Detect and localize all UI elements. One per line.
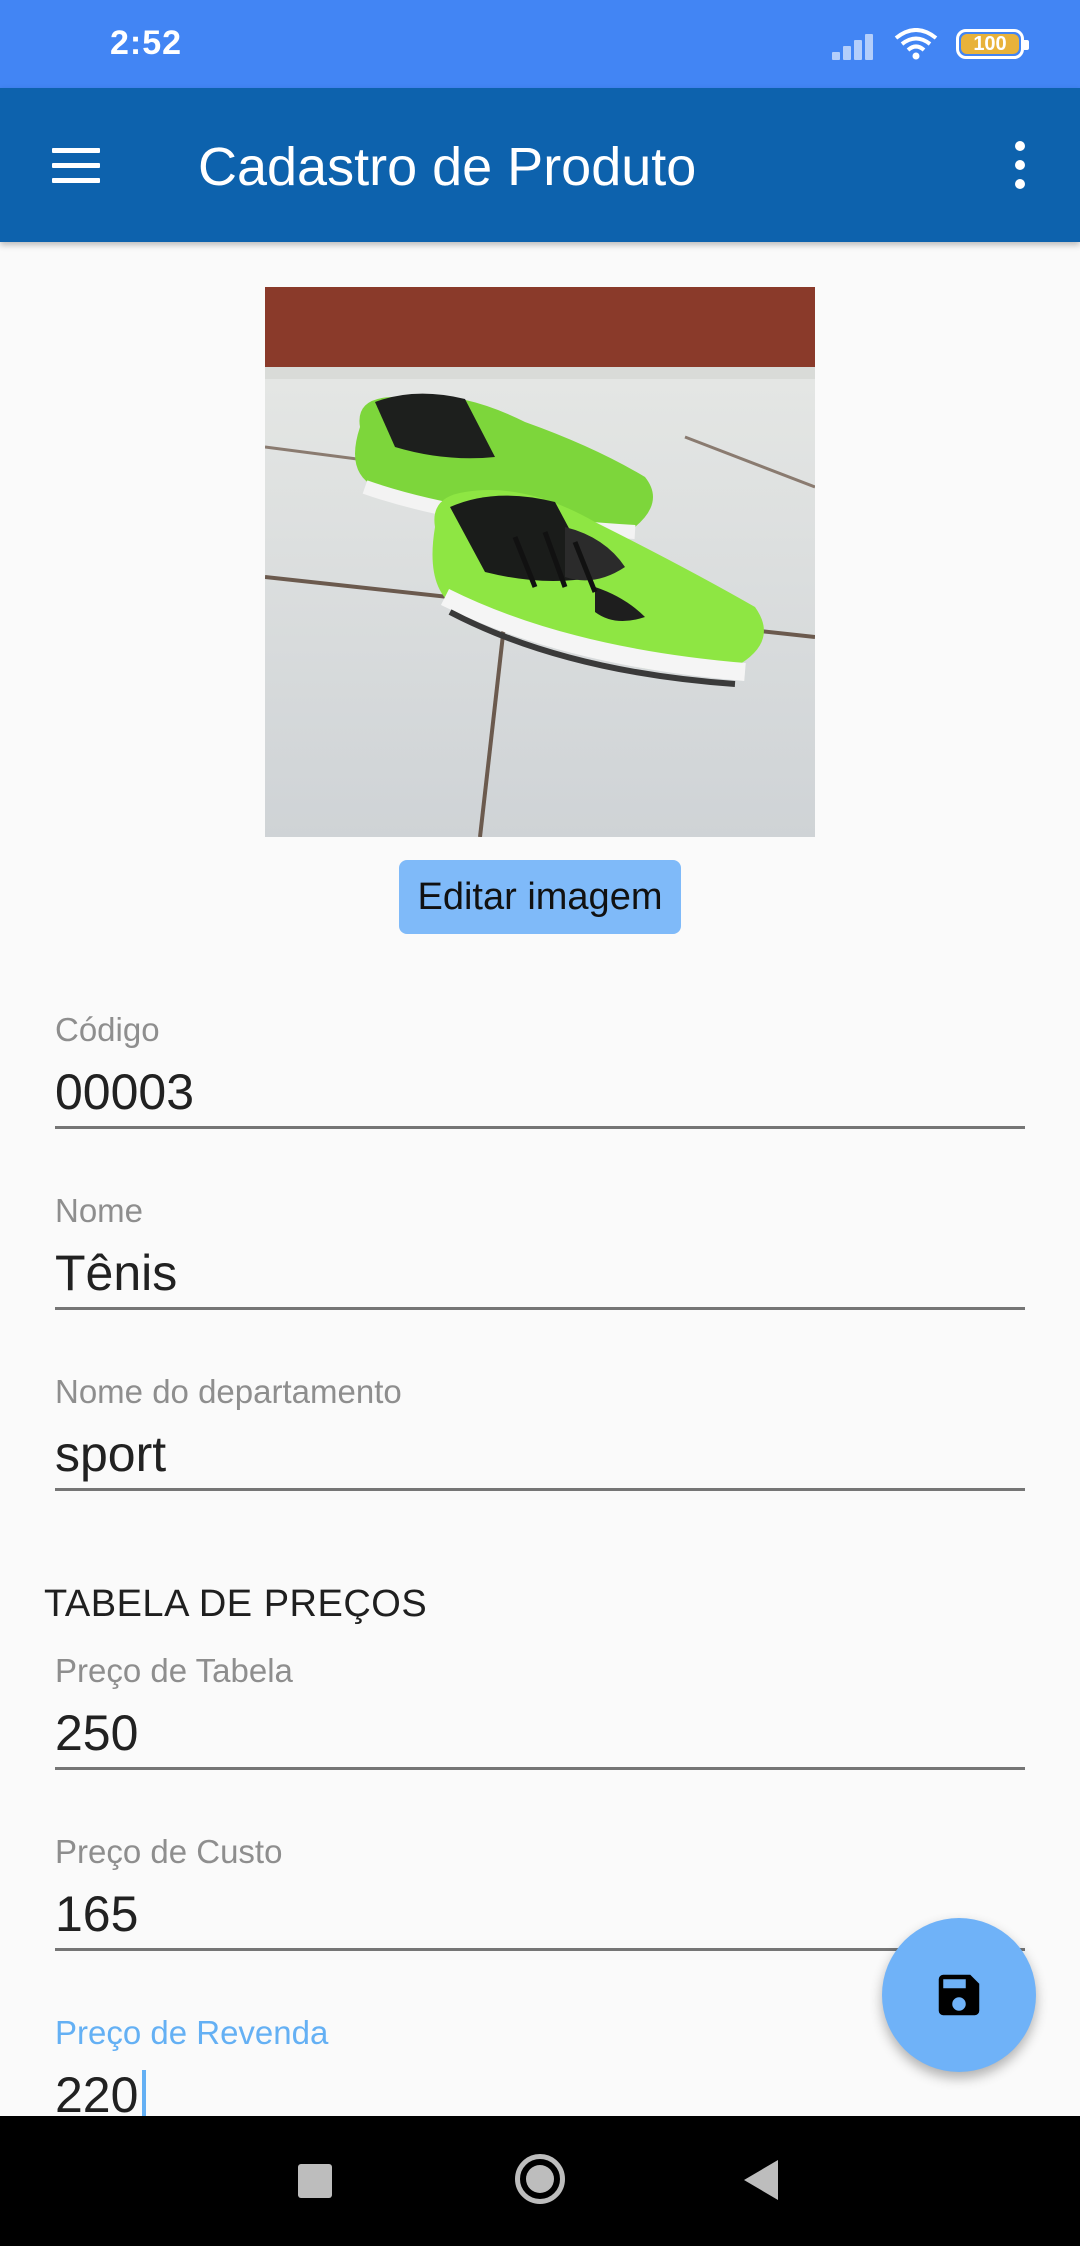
status-icons: 100 [832,28,1029,60]
product-image [265,287,815,837]
edit-image-button[interactable]: Editar imagem [399,860,681,934]
nome-field: Nome [55,1192,1025,1310]
preco-tabela-field: Preço de Tabela [55,1652,1025,1770]
text-caret [142,2070,146,2118]
save-icon [938,1974,980,2016]
preco-custo-label: Preço de Custo [55,1833,283,1870]
departamento-input[interactable] [55,1411,1025,1491]
codigo-field: Código [55,1011,1025,1129]
preco-revenda-label: Preço de Revenda [55,2014,329,2051]
home-icon[interactable] [515,2154,565,2204]
departamento-label: Nome do departamento [55,1373,402,1410]
price-section-title: TABELA DE PREÇOS [44,1583,428,1625]
save-button[interactable] [882,1918,1036,2072]
app-bar: Cadastro de Produto [0,88,1080,242]
preco-revenda-field: Preço de Revenda [55,2014,1025,2132]
battery-level: 100 [973,32,1007,55]
battery-icon: 100 [956,29,1029,59]
page-title: Cadastro de Produto [198,137,697,197]
signal-icon [832,28,876,60]
navigation-bar [0,2116,1080,2246]
preco-tabela-input[interactable] [55,1690,1025,1770]
preco-tabela-label: Preço de Tabela [55,1652,293,1689]
nome-label: Nome [55,1192,144,1229]
preco-custo-field: Preço de Custo [55,1833,1025,1951]
departamento-field: Nome do departamento [55,1373,1025,1491]
back-icon[interactable] [744,2160,778,2200]
codigo-input[interactable] [55,1049,1025,1129]
menu-icon[interactable] [38,133,114,197]
status-bar: 2:52 100 [0,0,1080,88]
recents-icon[interactable] [298,2164,332,2198]
more-vert-icon[interactable] [992,133,1048,197]
codigo-label: Código [55,1011,160,1048]
preco-custo-input[interactable] [55,1871,1025,1951]
status-time: 2:52 [110,24,183,62]
wifi-icon [894,28,938,60]
nome-input[interactable] [55,1230,1025,1310]
